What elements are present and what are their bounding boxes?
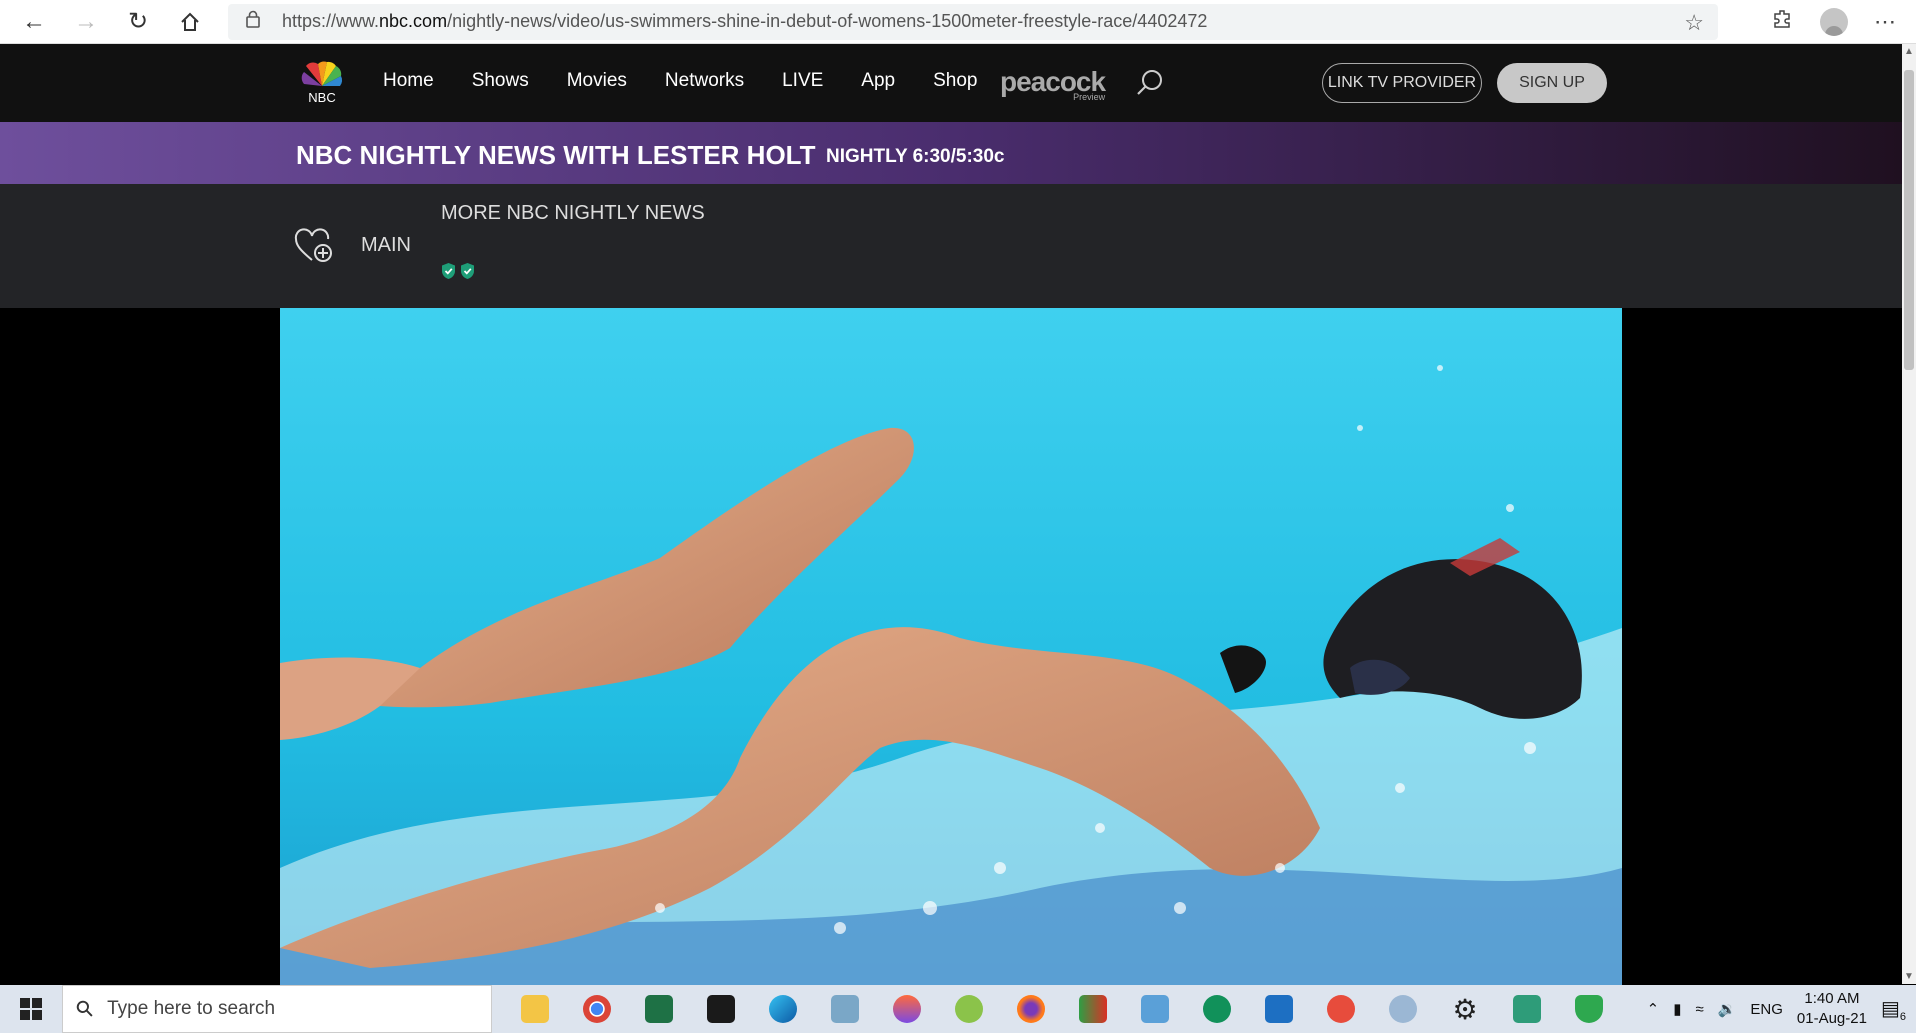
- show-time: NIGHTLY 6:30/5:30c: [826, 146, 1005, 167]
- nav-app[interactable]: App: [861, 70, 895, 92]
- favorites-star-icon[interactable]: ☆: [1684, 10, 1704, 36]
- show-subnav: MAIN MORE NBC NIGHTLY NEWS: [0, 184, 1902, 308]
- windows-start-icon[interactable]: [0, 985, 62, 1033]
- taskbar-search-placeholder: Type here to search: [107, 998, 276, 1019]
- extensions-icon[interactable]: [1772, 8, 1794, 36]
- nav-shop[interactable]: Shop: [933, 70, 977, 92]
- profile-avatar[interactable]: [1820, 7, 1848, 36]
- scroll-up-icon[interactable]: ▲: [1904, 46, 1914, 57]
- language-indicator[interactable]: ENG: [1750, 1001, 1783, 1018]
- nav-movies[interactable]: Movies: [567, 70, 627, 92]
- battery-icon[interactable]: ▮: [1673, 1000, 1681, 1018]
- nbc-logo[interactable]: NBC: [296, 58, 348, 105]
- droplet-app-icon[interactable]: [876, 985, 938, 1033]
- notes-icon[interactable]: [814, 985, 876, 1033]
- url-text[interactable]: https://www.nbc.com/nightly-news/video/u…: [282, 11, 1207, 32]
- security-app-icon[interactable]: [1496, 985, 1558, 1033]
- forward-icon[interactable]: →: [68, 4, 104, 40]
- chevron-up-icon[interactable]: ⌃: [1647, 1000, 1660, 1018]
- extension-badges: [441, 262, 475, 280]
- nav-live[interactable]: LIVE: [782, 70, 823, 92]
- subnav-main[interactable]: MAIN: [361, 234, 411, 257]
- more-menu-icon[interactable]: ⋯: [1874, 9, 1896, 35]
- scroll-down-icon[interactable]: ▼: [1904, 971, 1914, 982]
- system-tray: ⌃ ▮ ≈ 🔉 ENG 1:40 AM 01-Aug-21 ▤6: [1647, 989, 1906, 1029]
- paint-app-icon[interactable]: [1372, 985, 1434, 1033]
- system-clock[interactable]: 1:40 AM 01-Aug-21: [1797, 989, 1867, 1029]
- video-player[interactable]: [280, 308, 1622, 985]
- photos-icon[interactable]: [1248, 985, 1310, 1033]
- windows-taskbar: ⚲ Type here to search ⚙ ⌃ ▮ ≈ 🔉 ENG 1:40…: [0, 985, 1916, 1033]
- vpn-app-icon[interactable]: [1558, 985, 1620, 1033]
- search-icon[interactable]: [1135, 68, 1165, 98]
- refresh-icon[interactable]: ↻: [120, 4, 156, 40]
- sign-up-button[interactable]: SIGN UP: [1497, 63, 1607, 103]
- subnav-more-nightly-news[interactable]: MORE NBC NIGHTLY NEWS: [441, 202, 705, 225]
- peacock-logo[interactable]: peacock Preview: [1000, 66, 1106, 102]
- show-title[interactable]: NBC NIGHTLY NEWS WITH LESTER HOLT: [296, 140, 816, 171]
- taskbar-search-box[interactable]: ⚲ Type here to search: [62, 985, 492, 1033]
- office-app-icon[interactable]: [1062, 985, 1124, 1033]
- nav-home[interactable]: Home: [383, 70, 434, 92]
- back-icon[interactable]: ←: [16, 4, 52, 40]
- favorite-heart-icon[interactable]: [294, 228, 334, 264]
- file-explorer-icon[interactable]: [504, 985, 566, 1033]
- shield-check-icon: [461, 263, 474, 279]
- edge-icon[interactable]: [752, 985, 814, 1033]
- browser-toolbar: ← → ↻ https://www.nbc.com/nightly-news/v…: [0, 0, 1916, 44]
- nav-networks[interactable]: Networks: [665, 70, 744, 92]
- scrollbar-thumb[interactable]: [1904, 70, 1914, 370]
- notification-center-icon[interactable]: ▤6: [1881, 996, 1906, 1023]
- search-icon: ⚲: [70, 994, 100, 1024]
- recorder-app-icon[interactable]: [1310, 985, 1372, 1033]
- taskbar-apps: ⚙: [504, 985, 1620, 1033]
- scrollbar[interactable]: ▲ ▼: [1902, 44, 1916, 984]
- site-header: NBC Home Shows Movies Networks LIVE App …: [0, 44, 1902, 122]
- clock-date: 01-Aug-21: [1796, 1010, 1867, 1027]
- volume-icon[interactable]: 🔉: [1718, 1000, 1737, 1018]
- settings-gear-icon[interactable]: ⚙: [1434, 985, 1496, 1033]
- terminal-icon[interactable]: [690, 985, 752, 1033]
- swimmer-video-frame[interactable]: [280, 308, 1622, 985]
- address-bar[interactable]: https://www.nbc.com/nightly-news/video/u…: [228, 3, 1718, 40]
- show-banner: NBC NIGHTLY NEWS WITH LESTER HOLT NIGHTL…: [0, 122, 1902, 184]
- link-tv-provider-button[interactable]: LINK TV PROVIDER: [1322, 63, 1482, 103]
- android-app-icon[interactable]: [938, 985, 1000, 1033]
- chrome-icon[interactable]: [566, 985, 628, 1033]
- svg-text:NBC: NBC: [308, 90, 335, 104]
- wifi-icon[interactable]: ≈: [1695, 1001, 1703, 1018]
- home-icon[interactable]: [172, 4, 208, 40]
- network-app-icon[interactable]: [1186, 985, 1248, 1033]
- shield-check-icon: [442, 263, 455, 279]
- firefox-icon[interactable]: [1000, 985, 1062, 1033]
- clock-time: 1:40 AM: [1804, 990, 1860, 1007]
- notification-count: 6: [1899, 1010, 1906, 1023]
- excel-icon[interactable]: [628, 985, 690, 1033]
- lock-icon[interactable]: [246, 10, 268, 33]
- id-card-app-icon[interactable]: [1124, 985, 1186, 1033]
- nav-shows[interactable]: Shows: [472, 70, 529, 92]
